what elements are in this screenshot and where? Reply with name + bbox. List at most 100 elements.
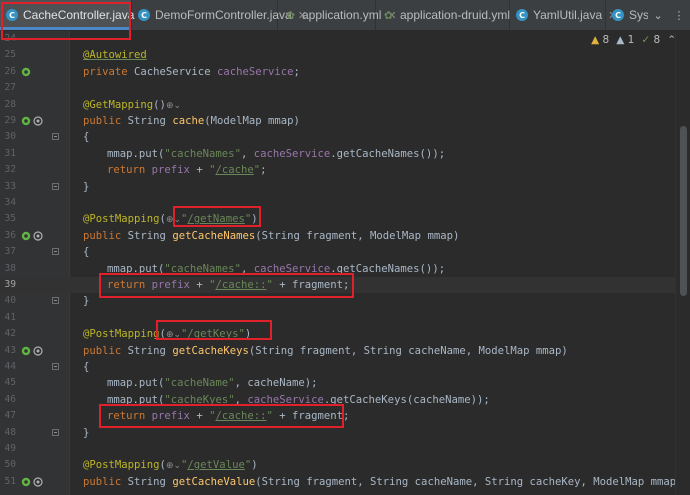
code-text: mmap.put("cacheNames", cacheService.getC… xyxy=(107,147,446,160)
code-line: 26 private CacheService cacheService; xyxy=(0,64,690,80)
code-line: 27 xyxy=(0,80,690,96)
yaml-icon: ✿ xyxy=(383,8,394,22)
java-class-icon: C xyxy=(516,9,528,21)
line-number: 26 xyxy=(4,65,16,77)
code-editor[interactable]: ▲ 8 ▲ 1 ✓ 8 ⌃ 24 25 @Autowired 26 privat… xyxy=(0,31,690,495)
tab-label: application-druid.yml xyxy=(400,8,511,22)
code-line: 48 } xyxy=(0,425,690,441)
tab-yamlutil[interactable]: C YamlUtil.java ✕ xyxy=(510,0,617,30)
code-text: @Autowired xyxy=(83,49,147,62)
line-number: 27 xyxy=(4,82,16,94)
editor-scrollbar[interactable] xyxy=(675,31,690,495)
code-line: 49 xyxy=(0,441,690,457)
code-line: 41 xyxy=(0,310,690,326)
web-endpoint-icon[interactable] xyxy=(33,231,43,241)
tab-application-druid-yml[interactable]: ✿ application-druid.yml ✕ xyxy=(376,0,525,30)
code-text: } xyxy=(83,295,90,308)
line-number: 35 xyxy=(4,213,16,225)
tab-label: DemoFormController.java xyxy=(155,8,292,22)
code-line: 35 @PostMapping(⊕⌄"/getNames") xyxy=(0,211,690,227)
line-number: 46 xyxy=(4,393,16,405)
tab-label: YamlUtil.java xyxy=(533,8,603,22)
code-line: 33 } xyxy=(0,179,690,195)
code-line: 31 mmap.put("cacheNames", cacheService.g… xyxy=(0,146,690,162)
tab-application-yml[interactable]: ✿ application.yml ✕ xyxy=(278,0,397,30)
tab-demoformcontroller[interactable]: C DemoFormController.java ✕ xyxy=(132,0,307,30)
code-line-current: 39 return prefix + "/cache::" + fragment… xyxy=(0,277,690,294)
code-text: { xyxy=(83,361,90,373)
globe-icon: ⊕⌄ xyxy=(165,461,182,472)
line-number: 28 xyxy=(4,98,16,110)
code-line: 34 xyxy=(0,195,690,211)
line-number: 32 xyxy=(4,164,16,176)
code-text: return prefix + "/cache::" + fragment; xyxy=(107,279,350,291)
code-text: @PostMapping(⊕⌄"/getValue") xyxy=(83,459,258,472)
line-number: 48 xyxy=(4,426,16,438)
line-number: 29 xyxy=(4,115,16,126)
code-line: 32 return prefix + "/cache"; xyxy=(0,162,690,178)
tab-list-dropdown-icon[interactable]: ⌄ xyxy=(653,9,662,22)
code-line: 30 { xyxy=(0,129,690,145)
line-number: 41 xyxy=(4,311,16,323)
fold-icon[interactable] xyxy=(52,248,59,256)
code-line: 24 xyxy=(0,31,690,47)
java-class-icon: C xyxy=(6,9,18,21)
line-number: 50 xyxy=(4,459,16,471)
java-class-icon: C xyxy=(138,9,150,21)
line-number: 34 xyxy=(4,197,16,208)
line-number: 49 xyxy=(4,443,16,454)
code-text: return prefix + "/cache"; xyxy=(107,164,267,177)
web-endpoint-icon[interactable] xyxy=(33,116,43,126)
tab-actions: ⌄ ⋮ xyxy=(648,0,690,30)
spring-bean-icon[interactable] xyxy=(21,346,31,356)
code-text: { xyxy=(83,246,90,259)
code-text: mmap.put("cacheKyes", cacheService.getCa… xyxy=(107,393,490,406)
web-endpoint-icon[interactable] xyxy=(33,477,43,487)
code-text: public String cache(ModelMap mmap) xyxy=(83,115,300,127)
more-options-icon[interactable]: ⋮ xyxy=(674,9,685,22)
code-text: private CacheService cacheService; xyxy=(83,65,300,78)
code-text: @GetMapping()⊕⌄ xyxy=(83,98,182,111)
globe-icon: ⊕⌄ xyxy=(165,100,182,111)
code-line: 46 mmap.put("cacheKyes", cacheService.ge… xyxy=(0,392,690,408)
line-number: 37 xyxy=(4,246,16,258)
editor-tab-bar: C CacheController.java ✕ C DemoFormContr… xyxy=(0,0,690,31)
fold-icon[interactable] xyxy=(52,182,59,190)
code-text: @PostMapping(⊕⌄"/getNames") xyxy=(83,213,258,226)
fold-icon[interactable] xyxy=(52,133,59,141)
scrollbar-thumb[interactable] xyxy=(680,126,687,296)
code-line: 50 @PostMapping(⊕⌄"/getValue") xyxy=(0,457,690,473)
code-line: 51 public String getCacheValue(String fr… xyxy=(0,474,690,490)
tab-cachecontroller[interactable]: C CacheController.java ✕ xyxy=(0,0,150,30)
web-endpoint-icon[interactable] xyxy=(33,345,43,356)
code-text: return prefix + "/cache::" + fragment; xyxy=(107,410,350,423)
code-line: 25 @Autowired xyxy=(0,47,690,63)
code-line: 40 } xyxy=(0,293,690,309)
code-line: 36 public String getCacheNames(String fr… xyxy=(0,228,690,244)
code-text: @PostMapping(⊕⌄"/getKeys") xyxy=(83,328,252,341)
code-line: 29 public String cache(ModelMap mmap) xyxy=(0,113,690,129)
fold-icon[interactable] xyxy=(52,428,59,436)
code-line: 43 public String getCacheKeys(String fra… xyxy=(0,343,690,359)
line-number: 30 xyxy=(4,131,16,143)
fold-icon[interactable] xyxy=(52,363,59,370)
spring-bean-icon[interactable] xyxy=(21,231,31,241)
java-class-icon: C xyxy=(612,9,624,21)
line-number: 24 xyxy=(4,33,16,44)
line-number: 47 xyxy=(4,410,16,422)
spring-bean-icon[interactable] xyxy=(21,116,31,126)
spring-bean-icon[interactable] xyxy=(21,67,31,77)
yaml-icon: ✿ xyxy=(285,8,296,22)
line-number: 31 xyxy=(4,147,16,159)
line-number: 44 xyxy=(4,361,16,372)
code-text: { xyxy=(83,131,90,144)
spring-bean-icon[interactable] xyxy=(21,477,31,487)
code-text: public String getCacheKeys(String fragme… xyxy=(83,344,568,357)
code-line: 47 return prefix + "/cache::" + fragment… xyxy=(0,408,690,424)
code-text: mmap.put("cacheNames", cacheService.getC… xyxy=(107,262,446,275)
line-number: 45 xyxy=(4,377,16,389)
fold-icon[interactable] xyxy=(52,297,59,305)
code-line: 45 mmap.put("cacheName", cacheName); xyxy=(0,375,690,391)
line-number: 33 xyxy=(4,180,16,192)
line-number: 40 xyxy=(4,295,16,307)
